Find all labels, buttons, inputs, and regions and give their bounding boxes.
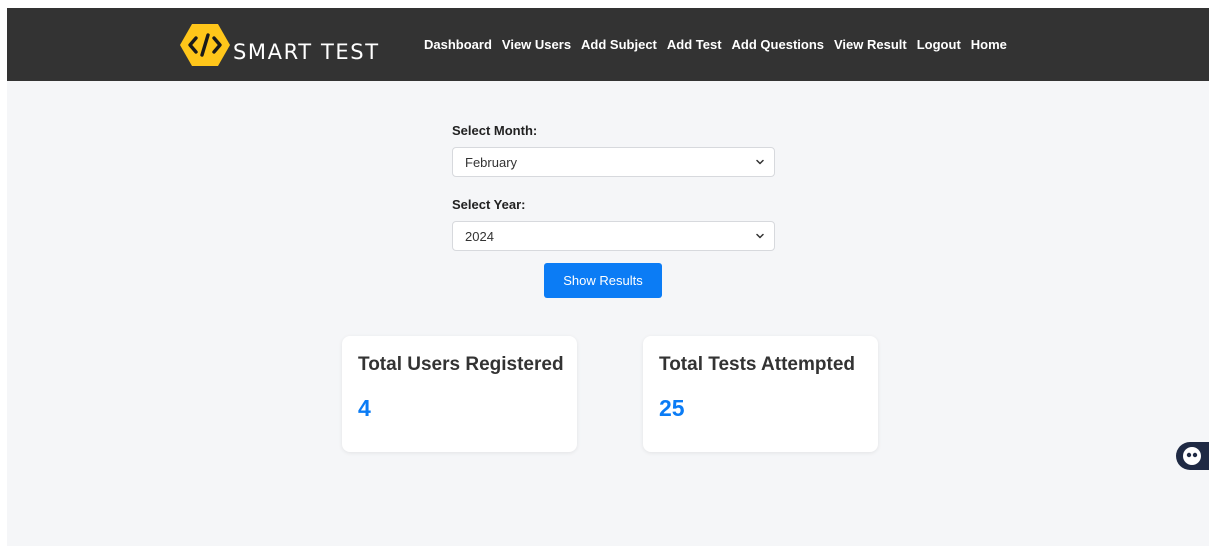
stat-card-tests: Total Tests Attempted 25 (643, 336, 878, 452)
brand-name: SMART TEST (233, 40, 380, 64)
year-label: Select Year: (452, 197, 526, 212)
year-select-value: 2024 (465, 229, 494, 244)
top-navbar: SMART TEST Dashboard View Users Add Subj… (7, 8, 1209, 81)
nav-add-subject[interactable]: Add Subject (581, 37, 657, 52)
nav-home[interactable]: Home (971, 37, 1007, 52)
nav-view-result[interactable]: View Result (834, 37, 907, 52)
stat-value: 4 (358, 395, 371, 421)
nav-logout[interactable]: Logout (917, 37, 961, 52)
main-nav: Dashboard View Users Add Subject Add Tes… (424, 37, 1017, 52)
chat-bot-icon (1183, 447, 1201, 465)
month-select-value: February (465, 155, 518, 170)
stat-title: Total Tests Attempted (659, 354, 855, 375)
nav-add-test[interactable]: Add Test (667, 37, 722, 52)
chevron-down-icon (756, 233, 764, 239)
stat-title: Total Users Registered (358, 354, 564, 375)
nav-view-users[interactable]: View Users (502, 37, 571, 52)
nav-dashboard[interactable]: Dashboard (424, 37, 492, 52)
month-label: Select Month: (452, 123, 538, 138)
code-brackets-icon (180, 24, 230, 66)
month-select[interactable]: February (452, 147, 775, 177)
brand-logo[interactable]: SMART TEST (180, 22, 380, 68)
chevron-down-icon (756, 159, 764, 165)
chat-widget-button[interactable] (1176, 442, 1209, 470)
results-filter-form: Select Month: February Select Year: 2024 (452, 123, 775, 271)
nav-add-questions[interactable]: Add Questions (732, 37, 824, 52)
year-select[interactable]: 2024 (452, 221, 775, 251)
stat-value: 25 (659, 395, 685, 421)
page-frame: SMART TEST Dashboard View Users Add Subj… (7, 8, 1209, 546)
show-results-button[interactable]: Show Results (544, 263, 662, 298)
stat-card-users: Total Users Registered 4 (342, 336, 577, 452)
